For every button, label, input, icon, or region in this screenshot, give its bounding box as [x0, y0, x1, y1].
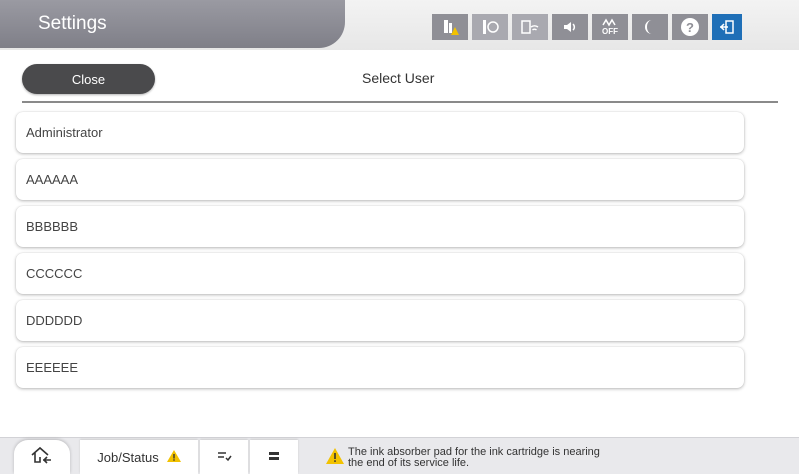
user-list: Administrator AAAAAA BBBBBB CCCCCC DDDDD… [16, 112, 744, 394]
list-item[interactable]: EEEEEE [16, 347, 744, 388]
ink-warning-icon[interactable] [432, 14, 468, 40]
page-title: Select User [362, 70, 435, 86]
wifi-direct-off-label: OFF [602, 27, 618, 36]
wifi-direct-off-icon[interactable]: OFF [592, 14, 628, 40]
status-message[interactable]: The ink absorber pad for the ink cartrid… [326, 443, 686, 473]
home-button[interactable] [14, 440, 70, 474]
list-item[interactable]: AAAAAA [16, 159, 744, 200]
sleep-moon-icon[interactable] [632, 14, 668, 40]
job-status-label: Job/Status [97, 449, 159, 465]
home-icon [30, 445, 54, 470]
help-icon-glyph: ? [681, 18, 699, 36]
warning-icon [166, 449, 181, 465]
wifi-icon[interactable] [512, 14, 548, 40]
status-icon-bar: OFF ? [432, 14, 742, 40]
logout-icon[interactable] [712, 14, 742, 40]
divider [22, 101, 778, 103]
list-item[interactable]: Administrator [16, 112, 744, 153]
title-tab: Settings [0, 0, 345, 48]
list-item[interactable]: CCCCCC [16, 253, 744, 294]
job-list-button[interactable] [200, 440, 248, 474]
speaker-icon[interactable] [552, 14, 588, 40]
status-message-text: The ink absorber pad for the ink cartrid… [348, 446, 600, 469]
job-status-button[interactable]: Job/Status [80, 440, 198, 474]
job-list-icon [216, 449, 232, 466]
list-item[interactable]: DDDDDD [16, 300, 744, 341]
printer-queue-button[interactable] [250, 440, 298, 474]
header-bar: Settings OFF ? [0, 0, 799, 50]
paper-info-icon[interactable] [472, 14, 508, 40]
list-item[interactable]: BBBBBB [16, 206, 744, 247]
warning-icon [326, 447, 344, 469]
page-header-title: Settings [38, 13, 107, 34]
printer-queue-icon [267, 449, 281, 466]
help-icon[interactable]: ? [672, 14, 708, 40]
close-button[interactable]: Close [22, 64, 155, 94]
